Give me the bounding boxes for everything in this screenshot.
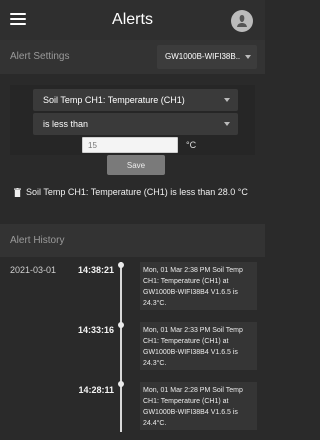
condition-select-value: is less than [43,119,89,129]
history-message-1: Mon, 01 Mar 2:38 PM Soil Temp CH1: Tempe… [143,267,243,307]
alert-settings-label: Alert Settings [10,51,70,62]
trash-icon[interactable] [14,188,21,197]
page-title: Alerts [112,11,153,28]
history-card-3: Mon, 01 Mar 2:28 PM Soil Temp CH1: Tempe… [140,382,257,430]
timeline-dot [118,322,124,328]
history-time-1: 14:38:21 [77,265,114,275]
history-message-3: Mon, 01 Mar 2:28 PM Soil Temp CH1: Tempe… [143,387,243,427]
history-card-2: Mon, 01 Mar 2:33 PM Soil Temp CH1: Tempe… [140,322,257,370]
condition-select[interactable]: is less than [33,113,238,135]
unit-label: °C [186,140,197,150]
save-button[interactable]: Save [107,155,165,175]
sensor-select[interactable]: Soil Temp CH1: Temperature (CH1) [33,89,238,111]
existing-alert: Soil Temp CH1: Temperature (CH1) is less… [14,186,264,200]
device-select[interactable]: GW1000B-WIFI38B.. [157,45,257,69]
user-avatar-icon[interactable] [231,10,253,32]
timeline-line [120,262,122,432]
sensor-select-value: Soil Temp CH1: Temperature (CH1) [43,95,185,105]
history-time-3: 14:28:11 [78,385,114,395]
existing-alert-text: Soil Temp CH1: Temperature (CH1) is less… [26,187,248,197]
timeline-dot [118,381,124,387]
chevron-down-icon [224,122,230,126]
history-card-1: Mon, 01 Mar 2:38 PM Soil Temp CH1: Tempe… [140,262,257,310]
timeline-dot [118,262,124,268]
chevron-down-icon [224,98,230,102]
alert-history-header: Alert History [0,224,265,258]
chevron-down-icon [245,55,251,59]
device-select-value: GW1000B-WIFI38B.. [165,52,241,61]
top-bar: Alerts [0,0,265,40]
history-message-2: Mon, 01 Mar 2:33 PM Soil Temp CH1: Tempe… [143,327,243,367]
threshold-input[interactable] [82,137,178,153]
alert-settings-header: Alert Settings GW1000B-WIFI38B.. [0,40,265,74]
history-time-2: 14:33:16 [77,325,114,335]
alert-history-label: Alert History [10,235,65,246]
